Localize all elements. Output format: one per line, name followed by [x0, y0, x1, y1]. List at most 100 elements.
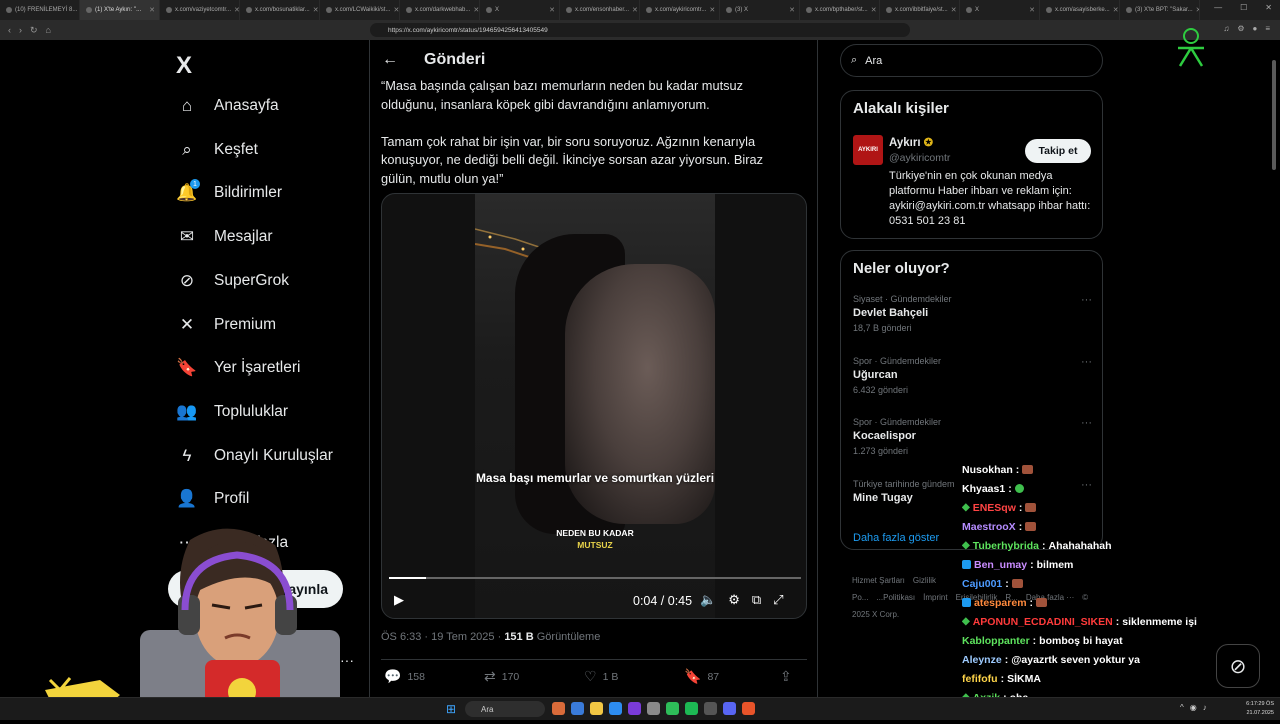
minimize-icon[interactable]: — [1214, 3, 1222, 12]
settings-icon[interactable]: ⚙ [728, 592, 740, 608]
close-tab-icon[interactable]: ✕ [709, 6, 715, 14]
trend-item[interactable]: Spor · Gündemdekiler Kocaelispor 1.273 gön… [853, 417, 1098, 456]
url-field[interactable]: https://x.com/aykiricomtr/status/1946594… [370, 23, 910, 37]
grok-button[interactable]: ⊘ [1216, 644, 1260, 688]
more-options-icon[interactable]: ··· [1081, 294, 1092, 306]
sidebar-item-anasayfa[interactable]: ⌂ Anasayfa [176, 91, 279, 121]
app-icon[interactable] [552, 702, 565, 715]
fullscreen-icon[interactable]: ⤢ [773, 592, 783, 608]
app-icon[interactable] [666, 702, 679, 715]
close-tab-icon[interactable]: ✕ [149, 6, 155, 14]
menu-icon[interactable]: ≡ [1265, 24, 1270, 33]
windows-start-icon[interactable]: ⊞ [446, 703, 458, 715]
search-input[interactable]: ⌕ Ara [840, 44, 1103, 77]
browser-tab[interactable]: x.com/ensonhaber... ✕ [560, 0, 640, 20]
close-tab-icon[interactable]: ✕ [1113, 6, 1119, 14]
browser-tab[interactable]: x.com/bpthaber/st... ✕ [800, 0, 880, 20]
close-tab-icon[interactable]: ✕ [789, 6, 795, 14]
browser-tab[interactable]: (3) X'te BPT: "Sakar...✕ [1120, 0, 1200, 20]
close-tab-icon[interactable]: ✕ [234, 6, 239, 14]
wifi-icon[interactable]: ◉ [1190, 703, 1197, 712]
sidebar-item-profil[interactable]: 👤 Profil [176, 484, 249, 514]
sidebar-item-bildirimler[interactable]: 🔔 1 Bildirimler [176, 178, 282, 208]
taskbar-clock[interactable]: 6:17:29 ÖS 21.07.2025 [1238, 700, 1274, 718]
app-icon[interactable] [628, 702, 641, 715]
close-tab-icon[interactable]: ✕ [1196, 6, 1199, 14]
close-tab-icon[interactable]: ✕ [632, 6, 638, 14]
profile-icon[interactable]: ● [1252, 24, 1257, 33]
close-tab-icon[interactable]: ✕ [473, 6, 479, 14]
video-progress-bar[interactable] [389, 577, 801, 579]
close-tab-icon[interactable]: ✕ [393, 6, 399, 14]
follow-button[interactable]: Takip et [1025, 139, 1091, 163]
account-name[interactable]: ...nli [280, 647, 304, 661]
maximize-icon[interactable]: ☐ [1240, 3, 1247, 12]
reply-button[interactable]: 💬 158 [384, 668, 484, 685]
avatar[interactable]: AYKIRI [853, 135, 883, 165]
close-tab-icon[interactable]: ✕ [549, 6, 555, 14]
repost-button[interactable]: ⇄ 170 [484, 668, 584, 685]
spotify-icon[interactable] [685, 702, 698, 715]
chevron-up-icon[interactable]: ^ [1180, 703, 1184, 712]
browser-tab[interactable]: (3) X ✕ [720, 0, 800, 20]
discord-icon[interactable] [723, 702, 736, 715]
trend-item[interactable]: Siyaset · Gündemdekiler Devlet Bahçeli 18,… [853, 294, 1098, 333]
x-logo-icon[interactable]: X [176, 52, 192, 80]
taskbar-search[interactable]: Ara [465, 701, 545, 717]
music-icon[interactable]: ♫ [1223, 24, 1229, 33]
bookmark-button[interactable]: 🔖 87 [684, 668, 780, 685]
play-icon[interactable]: ▶ [394, 592, 404, 608]
pip-icon[interactable]: ⧉ [752, 592, 761, 608]
volume-icon[interactable]: 🔈 [700, 592, 716, 608]
sidebar-item-ke-fet[interactable]: ⌕ Keşfet [176, 135, 258, 165]
show-more-link[interactable]: Daha fazla göster [853, 532, 939, 544]
browser-tab[interactable]: x.com/ibbitfaiye/st... ✕ [880, 0, 960, 20]
sidebar-item-supergrok[interactable]: ⊘ SuperGrok [176, 266, 289, 296]
account-more-icon[interactable]: ··· [340, 652, 354, 668]
more-options-icon[interactable]: ··· [1081, 356, 1092, 368]
browser-tab[interactable]: (1) X'te Aykırı: "... ✕ [80, 0, 160, 20]
folder-icon[interactable] [590, 702, 603, 715]
browser-tab[interactable]: x.com/darkwebhab... ✕ [400, 0, 480, 20]
sidebar-item-daha-fazla[interactable]: ⋯ Daha fazla [176, 528, 289, 558]
brave-icon[interactable] [742, 702, 755, 715]
sidebar-item-onayl-kurulu-lar[interactable]: ϟ Onaylı Kuruluşlar [176, 441, 333, 471]
browser-tab[interactable]: X ✕ [960, 0, 1040, 20]
sidebar-item-yer-i-aretleri[interactable]: 🔖 Yer İşaretleri [176, 353, 300, 383]
app-icon[interactable] [704, 702, 717, 715]
browser-tab[interactable]: X ✕ [480, 0, 560, 20]
extension-icon[interactable]: ⚙ [1237, 24, 1244, 33]
share-button[interactable]: ⇪ [780, 668, 792, 685]
footer-link[interactable]: ...Politikası [876, 593, 915, 602]
sidebar-item-premium[interactable]: ✕ Premium [176, 310, 276, 340]
forward-icon[interactable]: › [19, 25, 22, 36]
home-browser-icon[interactable]: ⌂ [46, 25, 51, 36]
trend-item[interactable]: Spor · Gündemdekiler Uğurcan 6.432 gönderi… [853, 356, 1098, 395]
sidebar-item-topluluklar[interactable]: 👥 Topluluklar [176, 397, 288, 427]
sidebar-item-mesajlar[interactable]: ✉ Mesajlar [176, 222, 273, 252]
volume-tray-icon[interactable]: ♪ [1203, 703, 1207, 712]
app-icon[interactable] [571, 702, 584, 715]
browser-tab[interactable]: x.com/LCWaikiki/st... ✕ [320, 0, 400, 20]
footer-link[interactable]: Hizmet Şartları [852, 576, 905, 585]
browser-tab[interactable]: x.com/aykiricomtr... ✕ [640, 0, 720, 20]
person-name[interactable]: Aykırı ✪ [889, 136, 933, 149]
more-options-icon[interactable]: ··· [1081, 417, 1092, 429]
browser-tab[interactable]: x.com/vaziyetcomtr... ✕ [160, 0, 240, 20]
like-button[interactable]: ♡ 1 B [584, 668, 684, 685]
browser-tab[interactable]: x.com/asayisberke... ✕ [1040, 0, 1120, 20]
back-icon[interactable]: ‹ [8, 25, 11, 36]
post-button[interactable]: Gönderi yayınla [168, 570, 343, 608]
close-window-icon[interactable]: ✕ [1265, 3, 1272, 12]
browser-tab[interactable]: x.com/bosunatiklar... ✕ [240, 0, 320, 20]
reload-icon[interactable]: ↻ [30, 25, 38, 36]
browser-tab[interactable]: (10) FRENİLEMEYİ 8...✕ [0, 0, 80, 20]
footer-link[interactable]: İmprint [923, 593, 947, 602]
page-scrollbar[interactable] [1271, 44, 1277, 724]
app-icon[interactable] [609, 702, 622, 715]
close-tab-icon[interactable]: ✕ [1029, 6, 1035, 14]
back-arrow-icon[interactable]: ← [382, 51, 398, 69]
close-tab-icon[interactable]: ✕ [951, 6, 957, 14]
close-tab-icon[interactable]: ✕ [313, 6, 319, 14]
close-tab-icon[interactable]: ✕ [871, 6, 877, 14]
